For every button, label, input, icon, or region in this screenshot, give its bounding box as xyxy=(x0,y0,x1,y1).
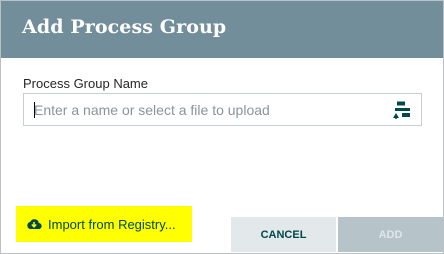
dialog-header: Add Process Group xyxy=(1,1,443,58)
text-caret xyxy=(34,102,35,118)
cloud-download-icon xyxy=(27,219,42,230)
dialog-title: Add Process Group xyxy=(22,16,227,38)
process-group-name-input[interactable] xyxy=(24,94,384,125)
import-from-registry-label: Import from Registry... xyxy=(48,216,176,232)
process-group-name-field xyxy=(23,93,422,126)
cancel-button[interactable]: CANCEL xyxy=(231,217,336,252)
upload-file-icon[interactable] xyxy=(392,101,412,119)
import-from-registry-button[interactable]: Import from Registry... xyxy=(16,206,192,242)
add-process-group-dialog: Add Process Group Process Group Name Imp… xyxy=(0,0,444,254)
process-group-name-label: Process Group Name xyxy=(23,76,148,91)
add-button[interactable]: ADD xyxy=(338,217,443,252)
